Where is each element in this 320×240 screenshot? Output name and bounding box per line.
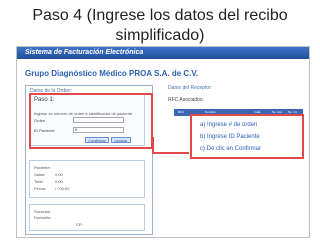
step-title: Paso 1:	[34, 97, 55, 103]
fecha-label: Fecha:	[34, 186, 47, 191]
cp-label: CP:	[76, 222, 83, 227]
total-value: 0.00	[55, 179, 63, 184]
slide-title-line-2: simplificado)	[115, 27, 205, 44]
paciente-id-label: ID Paciente	[34, 128, 55, 133]
callout-item-a: a) Ingrese # de orden	[200, 122, 258, 128]
branch-info-box: Sucursal: Domicilio: CP:	[29, 204, 145, 231]
patient-summary-box: Paciente: Saldo: 0.00 Total: 0.00 Fecha:…	[29, 160, 145, 198]
paciente-summary-label: Paciente:	[34, 165, 51, 170]
instruction-callout: a) Ingrese # de orden b) Ingrese ID Paci…	[190, 114, 304, 159]
rfc-associated-label: RFC Asociados:	[168, 97, 204, 103]
slide-title-line-1: Paso 4 (Ingrese los datos del recibo	[32, 7, 288, 24]
confirm-button[interactable]: Confirmar	[85, 137, 109, 143]
callout-item-c: c) De clic en Confirmar	[200, 146, 262, 152]
callout-item-b: b) Ingrese ID Paciente	[200, 134, 260, 140]
orden-label: Orden	[34, 118, 46, 123]
step-description: Ingrese su número de orden e identificad…	[34, 111, 134, 116]
receiver-title: Datos del Receptor:	[168, 85, 213, 91]
domicilio-label: Domicilio:	[34, 215, 52, 220]
clear-button[interactable]: Limpiar	[111, 137, 131, 143]
company-name: Grupo Diagnóstico Médico PROA S.A. de C.…	[25, 69, 199, 78]
orden-input[interactable]	[73, 117, 124, 123]
header-rfc: RFC	[178, 110, 185, 114]
fecha-value: / / 00:00	[55, 186, 70, 191]
order-data-panel: Datos de la Orden: Paso 1: Ingrese su nú…	[25, 85, 153, 235]
paciente-id-input[interactable]: 0	[73, 127, 124, 133]
total-label: Total:	[34, 179, 44, 184]
sucursal-label: Sucursal:	[34, 209, 51, 214]
callout-pointer-horizontal	[153, 152, 189, 154]
saldo-label: Saldo:	[34, 172, 46, 177]
step-1-box: Paso 1: Ingrese su número de orden e ide…	[29, 94, 145, 146]
app-screenshot: Sistema de Facturación Electrónica Grupo…	[16, 46, 310, 238]
app-header: Sistema de Facturación Electrónica	[17, 47, 309, 59]
saldo-value: 0.00	[55, 172, 63, 177]
slide-title: Paso 4 (Ingrese los datos del recibo sim…	[0, 6, 320, 46]
